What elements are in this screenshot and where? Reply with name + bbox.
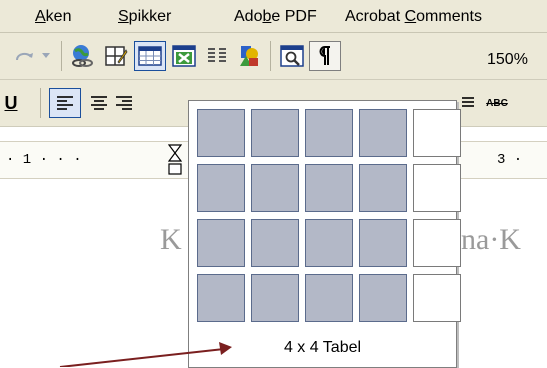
table-grid-cell[interactable] bbox=[251, 274, 299, 322]
align-left-button[interactable] bbox=[49, 88, 81, 118]
table-grid-cell[interactable] bbox=[413, 274, 461, 322]
ruler-right-marks: 3 · bbox=[497, 152, 523, 168]
table-grid-cell[interactable] bbox=[359, 219, 407, 267]
menu-aken[interactable]: Aken bbox=[35, 8, 71, 26]
insert-excel-icon bbox=[172, 45, 196, 67]
zoom-value[interactable]: 150% bbox=[487, 51, 528, 69]
align-right-button[interactable] bbox=[114, 88, 134, 118]
tables-borders-icon bbox=[105, 46, 128, 66]
menu-aken-mnemonic: A bbox=[35, 8, 46, 25]
menu-acrobat-comments-pre: Acrobat bbox=[345, 8, 405, 25]
toolbar-separator bbox=[61, 41, 62, 71]
show-hide-button[interactable] bbox=[309, 41, 341, 71]
table-grid-cell[interactable] bbox=[251, 219, 299, 267]
toolbar-separator-2 bbox=[270, 41, 271, 71]
table-grid-cell[interactable] bbox=[197, 109, 245, 157]
justify-button[interactable] bbox=[458, 88, 478, 118]
align-right-icon bbox=[116, 96, 132, 110]
abc-label: ABC bbox=[486, 97, 508, 109]
menu-aken-rest: ken bbox=[45, 8, 72, 25]
document-map-icon bbox=[280, 45, 304, 67]
underline-button[interactable]: U bbox=[0, 88, 22, 118]
underline-label: U bbox=[4, 92, 18, 113]
table-size-grid[interactable] bbox=[197, 109, 461, 322]
table-grid-cell[interactable] bbox=[359, 274, 407, 322]
table-grid-cell[interactable] bbox=[197, 164, 245, 212]
redo-dropdown-button[interactable] bbox=[38, 41, 54, 71]
redo-icon bbox=[16, 52, 33, 61]
insert-table-icon bbox=[138, 46, 162, 66]
table-grid-cell[interactable] bbox=[251, 164, 299, 212]
table-grid-cell[interactable] bbox=[359, 164, 407, 212]
menu-spikker[interactable]: Spikker bbox=[118, 8, 171, 26]
drawing-button[interactable] bbox=[233, 41, 265, 71]
columns-icon bbox=[208, 48, 226, 62]
menu-acrobat-comments[interactable]: Acrobat Comments bbox=[345, 8, 482, 26]
indent-marker-icon[interactable] bbox=[168, 144, 182, 180]
align-center-button[interactable] bbox=[83, 88, 115, 118]
ruler-left-marks: · 1 · · · bbox=[6, 152, 82, 168]
menu-acrobat-comments-rest: omments bbox=[416, 8, 482, 25]
insert-excel-button[interactable] bbox=[168, 41, 200, 71]
hyperlink-button[interactable] bbox=[66, 41, 98, 71]
redo-dropdown-icon bbox=[42, 53, 50, 58]
table-grid-cell[interactable] bbox=[197, 219, 245, 267]
table-grid-cell[interactable] bbox=[305, 164, 353, 212]
table-grid-cell[interactable] bbox=[197, 274, 245, 322]
document-text-right: na·K bbox=[461, 223, 521, 256]
table-grid-cell[interactable] bbox=[305, 109, 353, 157]
table-grid-cell[interactable] bbox=[305, 274, 353, 322]
table-grid-cell[interactable] bbox=[305, 219, 353, 267]
drawing-icon bbox=[240, 46, 258, 66]
tables-borders-button[interactable] bbox=[100, 41, 132, 71]
table-grid-cell[interactable] bbox=[413, 219, 461, 267]
insert-table-button[interactable] bbox=[134, 41, 166, 71]
table-grid-cell[interactable] bbox=[413, 164, 461, 212]
menu-adobe-pdf[interactable]: Adobe PDF bbox=[234, 8, 317, 26]
table-size-label: 4 x 4 Tabel bbox=[283, 339, 362, 356]
document-text-left: K bbox=[160, 223, 182, 256]
table-grid-cell[interactable] bbox=[251, 109, 299, 157]
document-map-button[interactable] bbox=[276, 41, 308, 71]
columns-button[interactable] bbox=[201, 41, 233, 71]
hyperlink-icon bbox=[72, 45, 93, 67]
insert-table-picker: 4 x 4 Tabel bbox=[188, 100, 461, 368]
menu-bar: Aken Spikker Adobe PDF Acrobat Comments bbox=[0, 0, 547, 33]
align-center-icon bbox=[91, 96, 107, 110]
standard-toolbar: 150% bbox=[0, 33, 547, 80]
menu-acrobat-comments-mnemonic: C bbox=[404, 8, 417, 25]
justify-icon bbox=[462, 97, 474, 107]
menu-spikker-mnemonic: S bbox=[118, 8, 129, 25]
menu-adobe-pdf-rest: e PDF bbox=[271, 8, 317, 25]
show-hide-icon bbox=[319, 46, 330, 65]
format-separator bbox=[40, 88, 41, 118]
menu-spikker-rest: pikker bbox=[128, 8, 172, 25]
table-grid-cell[interactable] bbox=[359, 109, 407, 157]
abc-style-button[interactable]: ABC bbox=[477, 88, 517, 118]
menu-adobe-pdf-pre: Ado bbox=[234, 8, 263, 25]
redo-button[interactable] bbox=[12, 41, 38, 71]
table-grid-cell[interactable] bbox=[413, 109, 461, 157]
align-left-icon bbox=[57, 96, 73, 110]
